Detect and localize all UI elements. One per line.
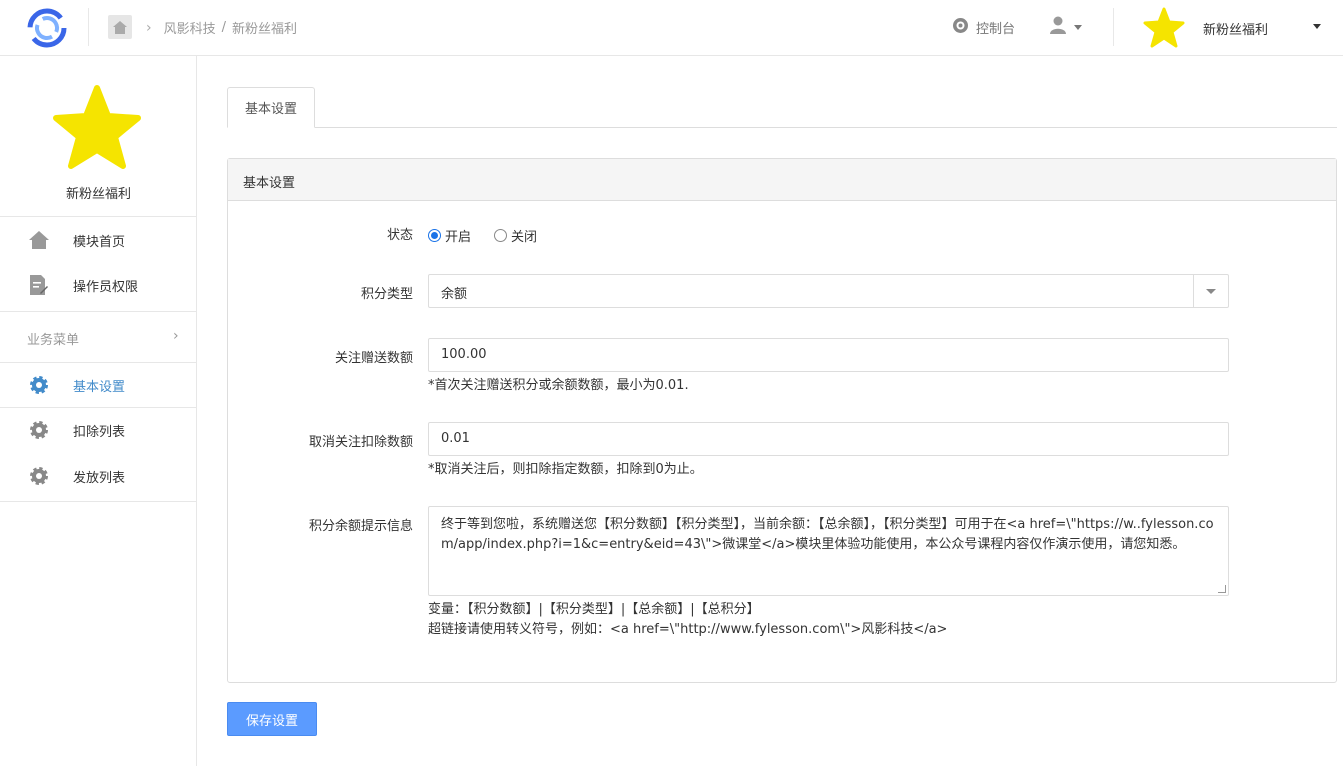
divider [0, 501, 196, 502]
gear-icon [28, 419, 50, 441]
divider [88, 8, 89, 46]
follow-amount-input[interactable]: 100.00 [428, 338, 1229, 372]
panel-title: 基本设置 [228, 159, 1336, 201]
divider [1113, 8, 1114, 46]
message-value: 终于等到您啦，系统赠送您【积分数额】【积分类型】，当前余额：【总余额】，【积分类… [441, 517, 1214, 552]
sidebar-item-label: 发放列表 [73, 471, 126, 486]
message-textarea[interactable]: 终于等到您啦，系统赠送您【积分数额】【积分类型】，当前余额：【总余额】，【积分类… [428, 506, 1229, 596]
logo-icon[interactable] [24, 5, 70, 51]
top-navbar: › 风影科技 / 新粉丝福利 控制台 新粉丝福利 [0, 0, 1343, 56]
message-label: 积分余额提示信息 [308, 519, 413, 534]
chevron-right-icon[interactable]: › [173, 328, 179, 344]
message-link-help: 超链接请使用转义符号，例如：<a href=\"http://www.fyles… [428, 622, 948, 637]
console-label: 控制台 [976, 22, 1016, 37]
breadcrumb-company[interactable]: 风影科技 [164, 18, 216, 37]
gear-icon [28, 374, 50, 396]
type-value: 余额 [441, 287, 468, 302]
gear-icon [28, 465, 50, 487]
console-link[interactable]: 控制台 [952, 17, 1015, 38]
type-select[interactable]: 余额 [428, 274, 1229, 308]
sidebar-item-label: 操作员权限 [73, 280, 139, 295]
chevron-right-icon: › [146, 19, 152, 36]
breadcrumb-separator: / [221, 20, 227, 35]
module-name: 新粉丝福利 [65, 187, 131, 202]
chevron-down-icon [1074, 24, 1082, 30]
follow-amount-label: 关注赠送数额 [334, 351, 413, 366]
unfollow-amount-label: 取消关注扣除数额 [308, 435, 413, 450]
status-off-label: 关闭 [511, 230, 538, 245]
follow-amount-help: *首次关注赠送积分或余额数额，最小为0.01. [428, 378, 689, 393]
account-name[interactable]: 新粉丝福利 [1203, 19, 1268, 38]
unfollow-amount-help: *取消关注后，则扣除指定数额，扣除到0为止。 [428, 462, 703, 477]
status-on-radio[interactable]: 开启 [428, 226, 471, 245]
save-button[interactable]: 保存设置 [227, 702, 317, 736]
radio-checked-icon [428, 229, 441, 242]
user-menu[interactable] [1048, 15, 1082, 39]
tab-bar: 基本设置 [227, 87, 1337, 128]
star-icon [1143, 7, 1185, 48]
sidebar-section-business-menu[interactable]: 业务菜单 [27, 329, 79, 348]
tab-basic-settings[interactable]: 基本设置 [227, 87, 315, 128]
sidebar-item-module-home[interactable]: 模块首页 [0, 217, 196, 261]
status-label: 状态 [386, 228, 413, 243]
divider [1193, 275, 1194, 307]
chevron-down-icon[interactable] [1313, 24, 1321, 29]
unfollow-amount-input[interactable]: 0.01 [428, 422, 1229, 456]
dashboard-icon [952, 17, 969, 38]
message-variables-help: 变量：【积分数额】|【积分类型】|【总余额】|【总积分】 [428, 602, 760, 617]
breadcrumb-current: 新粉丝福利 [232, 22, 298, 37]
account-avatar[interactable] [1142, 6, 1186, 50]
status-on-label: 开启 [445, 230, 472, 245]
resize-grip-icon[interactable] [1218, 585, 1226, 593]
home-icon[interactable] [108, 15, 132, 39]
document-edit-icon [28, 274, 50, 296]
status-off-radio[interactable]: 关闭 [494, 226, 537, 245]
sidebar-item-label: 模块首页 [73, 235, 126, 250]
type-label: 积分类型 [360, 287, 413, 302]
sidebar-item-issue-list[interactable]: 发放列表 [0, 453, 196, 497]
sidebar-item-label: 扣除列表 [73, 425, 126, 440]
module-logo [52, 84, 142, 174]
user-icon [1048, 15, 1068, 39]
sidebar-item-operator-permissions[interactable]: 操作员权限 [0, 262, 196, 306]
chevron-down-icon [1206, 289, 1216, 294]
star-icon [53, 85, 141, 169]
sidebar-item-deduction-list[interactable]: 扣除列表 [0, 407, 196, 451]
sidebar-item-label: 基本设置 [73, 380, 126, 395]
sidebar: 新粉丝福利 模块首页 操作员权限 业务菜单 › 基本设置 扣除列表 发放列表 [0, 56, 197, 766]
home-icon [28, 229, 50, 251]
sidebar-item-basic-settings[interactable]: 基本设置 [0, 362, 196, 406]
radio-unchecked-icon [494, 229, 507, 242]
breadcrumb: › 风影科技 / 新粉丝福利 [146, 18, 298, 38]
divider [0, 311, 196, 312]
